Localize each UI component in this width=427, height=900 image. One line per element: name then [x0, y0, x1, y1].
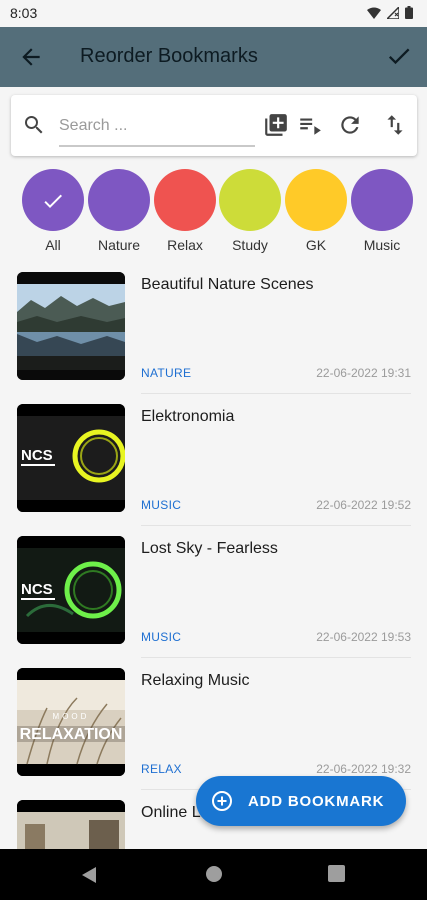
- add-to-library-icon[interactable]: [263, 112, 289, 138]
- thumbnail-relaxation: MOOD RELAXATION: [17, 668, 125, 776]
- category-circle[interactable]: [154, 169, 216, 231]
- search-icon: [25, 116, 43, 134]
- bookmark-title: Relaxing Music: [141, 672, 250, 689]
- screen: 8:03 Reorder Bookmarks Search ... All Na…: [0, 0, 427, 900]
- category-circle[interactable]: [88, 169, 150, 231]
- category-filter-row: All Nature Relax Study GK Music: [0, 166, 427, 262]
- bookmark-title: Elektronomia: [141, 408, 235, 425]
- ncs-logo-text: NCS: [21, 581, 53, 598]
- search-toolbar: [11, 95, 417, 156]
- bookmark-category: NATURE: [141, 366, 192, 380]
- category-label: Nature: [97, 237, 141, 253]
- category-label: Relax: [167, 237, 203, 253]
- relaxation-text: RELAXATION: [20, 726, 123, 743]
- status-icons: [367, 6, 413, 19]
- signal-icon: [387, 6, 399, 19]
- wifi-icon: [367, 7, 381, 19]
- category-circle[interactable]: [351, 169, 413, 231]
- thumbnail-online: [17, 800, 125, 849]
- bookmark-date: 22-06-2022 19:53: [316, 630, 411, 644]
- status-time: 8:03: [10, 5, 38, 21]
- add-bookmark-label: ADD BOOKMARK: [248, 792, 385, 810]
- bookmark-title: Online L: [141, 804, 201, 821]
- category-circle[interactable]: [285, 169, 347, 231]
- add-bookmark-button[interactable]: ADD BOOKMARK: [196, 776, 406, 826]
- thumbnail-elektronomia: NCS: [17, 404, 125, 512]
- category-all[interactable]: All: [22, 169, 84, 253]
- battery-icon: [405, 6, 413, 19]
- bookmark-item[interactable]: NCS Elektronomia MUSIC 22-06-2022 19:52: [0, 394, 427, 526]
- bookmark-title: Lost Sky - Fearless: [141, 540, 278, 557]
- category-nature[interactable]: Nature: [88, 169, 150, 253]
- recents-nav-icon[interactable]: [328, 865, 345, 882]
- category-label: Music: [363, 237, 401, 253]
- bookmark-item[interactable]: MOOD RELAXATION Relaxing Music RELAX 22-…: [0, 658, 427, 790]
- category-label: Study: [232, 237, 268, 253]
- status-bar: 8:03: [0, 0, 427, 27]
- bookmark-category: MUSIC: [141, 498, 182, 512]
- category-relax[interactable]: Relax: [154, 169, 216, 253]
- ncs-logo-text: NCS: [21, 447, 53, 464]
- category-circle[interactable]: [219, 169, 281, 231]
- sort-icon[interactable]: [382, 112, 408, 138]
- add-circle-icon: [212, 791, 232, 811]
- search-input[interactable]: [59, 113, 255, 147]
- back-nav-icon[interactable]: [80, 865, 98, 885]
- bookmark-date: 22-06-2022 19:31: [316, 366, 411, 380]
- bookmark-category: RELAX: [141, 762, 182, 776]
- bookmark-item[interactable]: Beautiful Nature Scenes NATURE 22-06-202…: [0, 262, 427, 394]
- page-title: Reorder Bookmarks: [80, 45, 258, 67]
- category-gk[interactable]: GK: [285, 169, 347, 253]
- bookmark-date: 22-06-2022 19:52: [316, 498, 411, 512]
- category-label: GK: [305, 237, 327, 253]
- bookmark-category: MUSIC: [141, 630, 182, 644]
- home-nav-icon[interactable]: [205, 865, 223, 883]
- thumbnail-lost-sky: NCS: [17, 536, 125, 644]
- check-icon: [44, 194, 62, 208]
- done-check-icon[interactable]: [385, 42, 413, 70]
- bookmark-date: 22-06-2022 19:32: [316, 762, 411, 776]
- bookmark-title: Beautiful Nature Scenes: [141, 276, 314, 293]
- system-nav-bar: [0, 849, 427, 900]
- bookmark-item[interactable]: NCS Lost Sky - Fearless MUSIC 22-06-2022…: [0, 526, 427, 658]
- app-bar: Reorder Bookmarks: [0, 27, 427, 87]
- category-circle[interactable]: [22, 169, 84, 231]
- thumbnail-nature: [17, 272, 125, 380]
- category-label: All: [45, 237, 61, 253]
- bookmark-list: Beautiful Nature Scenes NATURE 22-06-202…: [0, 262, 427, 849]
- category-music[interactable]: Music: [351, 169, 413, 253]
- category-study[interactable]: Study: [219, 169, 281, 253]
- playlist-play-icon[interactable]: [297, 112, 323, 138]
- mood-text: MOOD: [53, 712, 90, 721]
- refresh-icon[interactable]: [337, 112, 363, 138]
- back-arrow-icon[interactable]: [18, 44, 44, 70]
